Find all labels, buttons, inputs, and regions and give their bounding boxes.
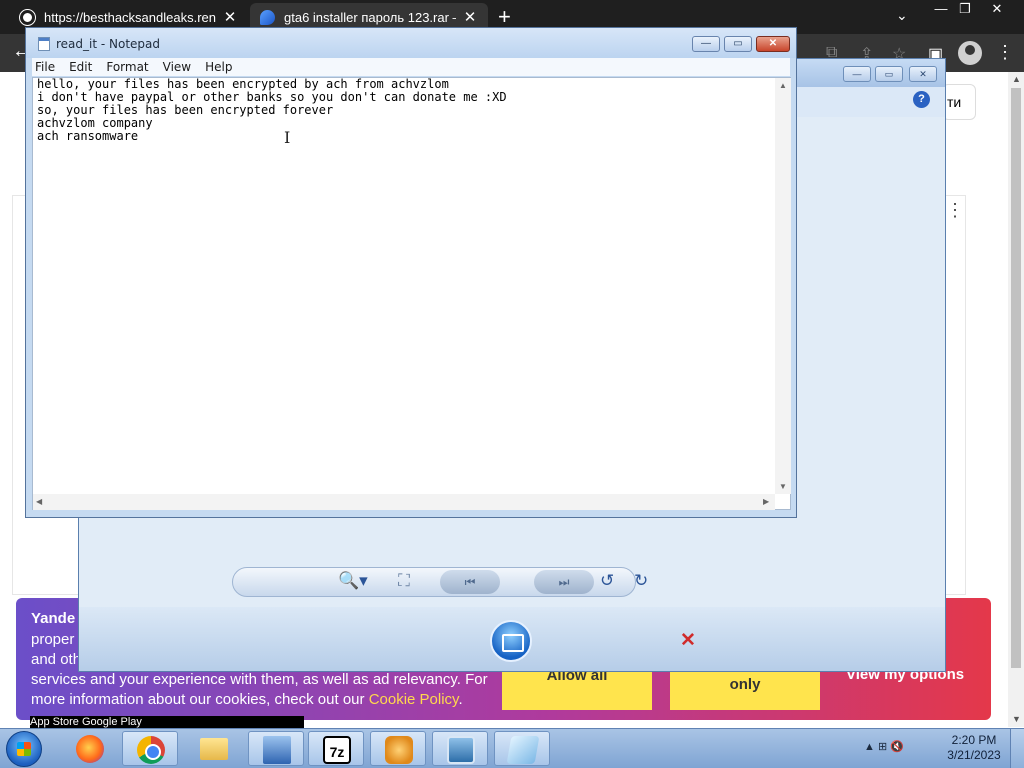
notepad-horizontal-scrollbar[interactable]: ◀ ▶ bbox=[33, 494, 775, 510]
explorer-icon[interactable] bbox=[186, 731, 242, 766]
app-store-strip[interactable]: App Store Google Play bbox=[30, 716, 304, 728]
scrollbar-thumb[interactable] bbox=[1011, 88, 1021, 668]
cookie-title: Yande bbox=[31, 610, 76, 627]
menu-help[interactable]: Help bbox=[198, 60, 239, 74]
viewer-minimize-button[interactable]: — bbox=[843, 66, 871, 82]
notepad-icon[interactable] bbox=[494, 731, 550, 766]
help-icon[interactable]: ? bbox=[913, 91, 930, 108]
page-partial-button-label: ти bbox=[947, 94, 962, 110]
system-tray-icons[interactable]: ▲ ⊞ 🔇 bbox=[864, 740, 904, 753]
notepad-maximize-button[interactable]: ▭ bbox=[724, 36, 752, 52]
previous-image-button[interactable]: ⏮ bbox=[440, 570, 500, 594]
7zip-glyph: 7z bbox=[323, 736, 351, 764]
chrome-glyph bbox=[137, 736, 165, 764]
notepad-menu-bar: File Edit Format View Help bbox=[32, 58, 790, 76]
rotate-right-icon[interactable]: ↻ bbox=[634, 571, 648, 591]
yandex-disk-icon bbox=[260, 9, 275, 25]
notepad-glyph bbox=[506, 736, 540, 764]
menu-format[interactable]: Format bbox=[99, 60, 155, 74]
firefox-glyph bbox=[76, 735, 104, 763]
scroll-down-icon[interactable]: ▼ bbox=[779, 482, 787, 491]
notepad-icon bbox=[38, 37, 50, 51]
rotate-left-icon[interactable]: ↺ bbox=[600, 571, 614, 591]
zoom-icon[interactable]: 🔍▾ bbox=[338, 571, 368, 591]
folder-glyph bbox=[200, 738, 228, 760]
tab-search-chevron-icon[interactable]: ⌄ bbox=[896, 7, 908, 24]
menu-file[interactable]: File bbox=[32, 60, 62, 74]
next-image-button[interactable]: ⏭ bbox=[534, 570, 594, 594]
page-partial-button[interactable]: ти bbox=[942, 84, 976, 120]
slideshow-button[interactable] bbox=[490, 620, 532, 662]
notepad-title: read_it - Notepad bbox=[56, 37, 161, 51]
browser-menu-icon[interactable]: ⋮ bbox=[996, 42, 1014, 63]
network-icon[interactable] bbox=[248, 731, 304, 766]
cookie-text-line: more information about our cookies, chec… bbox=[31, 690, 501, 710]
photo-viewer-icon[interactable] bbox=[432, 731, 488, 766]
window-restore-button[interactable]: ❐ bbox=[950, 0, 980, 18]
network-glyph bbox=[263, 736, 291, 764]
tab-close-button[interactable]: ✕ bbox=[462, 8, 478, 26]
text-cursor-icon: I bbox=[284, 128, 291, 147]
delete-icon[interactable]: ✕ bbox=[680, 629, 696, 652]
cookie-policy-link[interactable]: Cookie Policy bbox=[369, 691, 459, 708]
menu-view[interactable]: View bbox=[156, 60, 198, 74]
page-more-icon[interactable]: ⋮ bbox=[946, 200, 964, 221]
notepad-minimize-button[interactable]: — bbox=[692, 36, 720, 52]
tab-close-button[interactable]: ✕ bbox=[222, 8, 238, 26]
viewer-close-button[interactable]: ✕ bbox=[909, 66, 937, 82]
scroll-up-icon[interactable]: ▲ bbox=[779, 81, 787, 90]
clock-date: 3/21/2023 bbox=[947, 748, 1001, 762]
notepad-window[interactable]: read_it - Notepad — ▭ ✕ File Edit Format… bbox=[25, 27, 797, 518]
media-player-icon[interactable] bbox=[370, 731, 426, 766]
tab-title: gta6 installer пароль 123.rar — Я bbox=[284, 9, 456, 25]
scroll-down-icon[interactable]: ▼ bbox=[1012, 714, 1021, 724]
scroll-right-icon[interactable]: ▶ bbox=[763, 497, 769, 506]
tab-title: https://besthacksandleaks.render bbox=[44, 9, 216, 25]
globe-icon bbox=[19, 8, 36, 26]
notepad-text-area[interactable]: hello, your files has been encrypted by … bbox=[32, 77, 791, 510]
scroll-up-icon[interactable]: ▲ bbox=[1012, 74, 1021, 84]
window-close-button[interactable]: ✕ bbox=[982, 0, 1012, 18]
scroll-left-icon[interactable]: ◀ bbox=[36, 497, 42, 506]
notepad-title-bar[interactable]: read_it - Notepad — ▭ ✕ bbox=[26, 28, 796, 58]
7zip-icon[interactable]: 7z bbox=[308, 731, 364, 766]
cookie-text-line: services and your experience with them, … bbox=[31, 671, 488, 688]
show-desktop-button[interactable] bbox=[1010, 729, 1024, 768]
fit-window-icon[interactable]: ⛶ bbox=[398, 571, 410, 591]
menu-edit[interactable]: Edit bbox=[62, 60, 99, 74]
clock-time: 2:20 PM bbox=[951, 733, 997, 747]
media-glyph bbox=[385, 736, 413, 764]
start-button[interactable] bbox=[6, 731, 42, 767]
cookie-text-segment: more information about our cookies, chec… bbox=[31, 691, 369, 708]
viewer-maximize-button[interactable]: ▭ bbox=[875, 66, 903, 82]
photo-glyph bbox=[447, 736, 475, 764]
firefox-icon[interactable] bbox=[62, 731, 118, 766]
cookie-text-period: . bbox=[458, 691, 463, 708]
notepad-content[interactable]: hello, your files has been encrypted by … bbox=[37, 78, 507, 143]
notepad-close-button[interactable]: ✕ bbox=[756, 36, 790, 52]
notepad-vertical-scrollbar[interactable]: ▲ ▼ bbox=[775, 78, 791, 494]
taskbar-clock[interactable]: 2:20 PM 3/21/2023 bbox=[944, 733, 1004, 763]
chrome-icon[interactable] bbox=[122, 731, 178, 766]
new-tab-button[interactable]: + bbox=[498, 5, 511, 29]
profile-avatar[interactable] bbox=[958, 41, 982, 65]
page-scrollbar[interactable]: ▲ ▼ bbox=[1008, 72, 1024, 727]
